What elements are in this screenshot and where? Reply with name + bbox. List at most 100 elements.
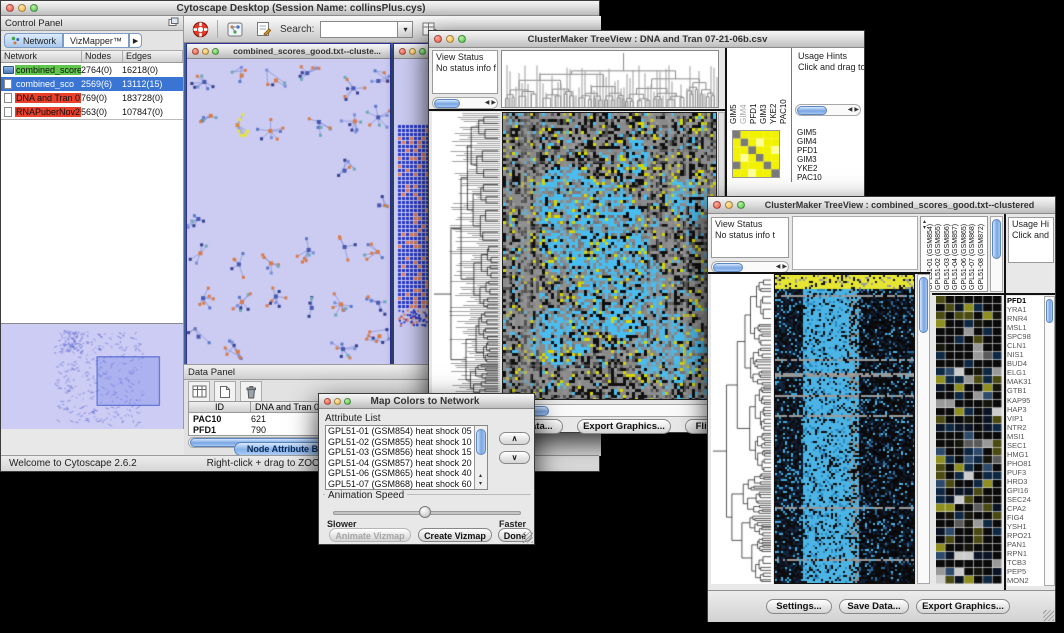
close-icon[interactable]	[713, 201, 721, 209]
gene-label[interactable]: PAN1	[1007, 540, 1044, 549]
gene-label[interactable]: ELG1	[1007, 368, 1044, 377]
gene-label[interactable]: RPO21	[1007, 531, 1044, 540]
row-label[interactable]: GIM5	[797, 128, 861, 137]
close-icon[interactable]	[434, 35, 442, 43]
annotation-icon[interactable]	[252, 19, 274, 40]
scroll-up-icon[interactable]: ▴	[478, 473, 483, 479]
delete-attribute-icon[interactable]	[240, 381, 262, 402]
zoom-window-icon[interactable]	[458, 35, 466, 43]
zoom-window-icon[interactable]	[212, 48, 219, 55]
minimize-icon[interactable]	[202, 48, 209, 55]
animate-vizmap-button[interactable]: Animate Vizmap	[329, 528, 411, 542]
attribute-listbox[interactable]: GPL51-01 (GSM854) heat shock 05 minGPL51…	[325, 425, 488, 490]
gene-label[interactable]: RNR4	[1007, 314, 1044, 323]
gene-label[interactable]: PUF3	[1007, 468, 1044, 477]
tab-vizmapper[interactable]: VizMapper™	[63, 33, 129, 48]
row-label[interactable]: GIM3	[797, 155, 861, 164]
move-down-button[interactable]: ∨	[499, 451, 530, 464]
resize-grip[interactable]	[1043, 610, 1054, 621]
labels-vscrollbar[interactable]	[990, 216, 1003, 292]
attribute-item[interactable]: GPL51-03 (GSM856) heat shock 15 min	[326, 447, 474, 458]
row-dendrogram-canvas[interactable]	[711, 274, 773, 584]
scrollbar-thumb[interactable]	[476, 429, 486, 455]
scrollbar-thumb[interactable]	[1046, 299, 1053, 323]
gene-label[interactable]: PEP5	[1007, 567, 1044, 576]
zoom-window-icon[interactable]	[419, 48, 426, 55]
column-label[interactable]: PFD1	[750, 52, 759, 124]
close-icon[interactable]	[399, 48, 406, 55]
gene-label[interactable]: SEC24	[1007, 495, 1044, 504]
attribute-item[interactable]: GPL51-04 (GSM857) heat shock 20 min	[326, 458, 474, 469]
row-label[interactable]: PFD1	[797, 146, 861, 155]
network-table-row[interactable]: RNAPuberNov2+ 563(0) 107847(0)	[1, 105, 183, 119]
gene-label[interactable]: TCB3	[1007, 558, 1044, 567]
create-vizmap-button[interactable]: Create Vizmap	[418, 528, 492, 542]
gene-list-vscrollbar[interactable]	[1044, 296, 1055, 586]
scrollbar-thumb[interactable]	[797, 106, 827, 115]
heatmap-canvas[interactable]	[774, 274, 915, 584]
column-label[interactable]: PAC10	[780, 52, 789, 124]
resize-grip[interactable]	[522, 532, 533, 543]
search-input[interactable]	[320, 21, 398, 38]
column-label[interactable]: GPL51-03 (GSM856)	[944, 218, 953, 290]
zoom-window-icon[interactable]	[344, 398, 351, 405]
scroll-right-icon[interactable]: ▶	[853, 107, 860, 113]
gene-label[interactable]: CLN1	[1007, 341, 1044, 350]
attribute-item[interactable]: GPL51-02 (GSM855) heat shock 10 min	[326, 437, 474, 448]
zoom-window-icon[interactable]	[30, 4, 38, 12]
scroll-up-icon[interactable]: ▴▾	[923, 219, 926, 231]
slider-thumb[interactable]	[419, 506, 431, 518]
gene-label[interactable]: HMG1	[1007, 450, 1044, 459]
gene-label[interactable]: VIP1	[1007, 414, 1044, 423]
column-dendrogram-area[interactable]	[792, 216, 918, 270]
select-attributes-icon[interactable]	[188, 381, 210, 402]
gene-label[interactable]: MSI1	[1007, 432, 1044, 441]
gene-label[interactable]: PHO81	[1007, 459, 1044, 468]
gene-label[interactable]: SEC1	[1007, 441, 1044, 450]
mini-heatmap-canvas[interactable]	[732, 130, 780, 178]
column-dendrogram-canvas[interactable]	[501, 50, 719, 108]
column-label[interactable]: GPL51-06 (GSM865)	[961, 218, 970, 290]
save-data-button[interactable]: Save Data...	[839, 599, 909, 614]
scrollbar-thumb[interactable]	[919, 277, 928, 333]
column-label[interactable]: GPL51-07 (GSM868)	[969, 218, 978, 290]
minimize-icon[interactable]	[18, 4, 26, 12]
gene-label[interactable]: NTR2	[1007, 423, 1044, 432]
minimize-icon[interactable]	[446, 35, 454, 43]
gene-label[interactable]: PFD1	[1007, 296, 1044, 305]
row-label[interactable]: GIM4	[797, 137, 861, 146]
gene-label[interactable]: MON2	[1007, 576, 1044, 585]
row-label[interactable]: YKE2	[797, 164, 861, 173]
gene-label[interactable]: GPI16	[1007, 486, 1044, 495]
gene-label[interactable]: HRD3	[1007, 477, 1044, 486]
float-panel-icon[interactable]	[168, 17, 179, 30]
zoom-heatmap-canvas[interactable]	[936, 296, 1002, 584]
gene-label[interactable]: SPC98	[1007, 332, 1044, 341]
gene-label[interactable]: YRA1	[1007, 305, 1044, 314]
col-edges[interactable]: Edges	[123, 51, 183, 62]
scrollbar-thumb[interactable]	[992, 219, 1001, 259]
create-attribute-icon[interactable]	[214, 381, 236, 402]
network-table-row[interactable]: DNA and Tran 07 769(0) 183728(0)	[1, 91, 183, 105]
treeview-combined-titlebar[interactable]: ClusterMaker TreeView : combined_scores_…	[708, 197, 1055, 214]
scroll-left-icon[interactable]: ◀	[775, 264, 782, 270]
zoom-window-icon[interactable]	[737, 201, 745, 209]
help-lifesaver-icon[interactable]	[189, 19, 211, 40]
scrollbar-thumb[interactable]	[713, 263, 743, 272]
gene-label[interactable]: GTB1	[1007, 386, 1044, 395]
scroll-right-icon[interactable]: ▶	[781, 264, 788, 270]
close-icon[interactable]	[324, 398, 331, 405]
view-status-scrollbar[interactable]: ◀ ▶	[432, 97, 498, 109]
col-network[interactable]: Network	[1, 51, 82, 62]
close-icon[interactable]	[192, 48, 199, 55]
column-label[interactable]: GIM5	[730, 52, 739, 124]
column-label[interactable]: GPL51-08 (GSM872)	[978, 218, 987, 290]
gene-label[interactable]: FIG4	[1007, 513, 1044, 522]
map-colors-titlebar[interactable]: Map Colors to Network	[319, 394, 534, 409]
treeview-dna-titlebar[interactable]: ClusterMaker TreeView : DNA and Tran 07-…	[429, 31, 864, 48]
close-icon[interactable]	[6, 4, 14, 12]
tab-network[interactable]: Network	[4, 33, 63, 48]
cytoscape-titlebar[interactable]: Cytoscape Desktop (Session Name: collins…	[1, 1, 599, 16]
column-label[interactable]: GIM3	[760, 52, 769, 124]
heatmap-canvas[interactable]	[502, 112, 717, 400]
